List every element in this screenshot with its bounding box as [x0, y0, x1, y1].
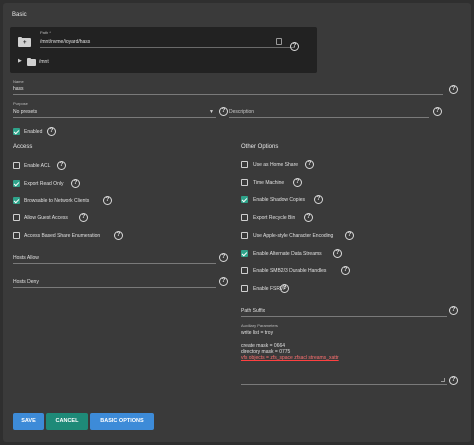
abse-label: Access Based Share Enumeration	[24, 233, 101, 239]
browsable-checkbox[interactable]	[13, 197, 20, 204]
shadow-copies-label: Enable Shadow Copies	[253, 197, 305, 203]
section-title-other: Other Options	[241, 144, 279, 150]
aux-line-1: write list = troy	[241, 330, 274, 336]
guest-access-help-icon[interactable]: ?	[79, 213, 88, 222]
dropdown-arrow-icon[interactable]: ▼	[209, 109, 214, 115]
tree-item-mnt[interactable]: /mnt	[39, 59, 49, 65]
fsrvp-checkbox[interactable]	[241, 285, 248, 292]
path-help-icon[interactable]: ?	[290, 42, 299, 51]
purpose-label: Purpose	[13, 101, 28, 106]
folder-add-icon[interactable]: +	[18, 36, 31, 47]
export-read-only-label: Export Read Only	[24, 181, 64, 187]
path-suffix-help-icon[interactable]: ?	[449, 306, 458, 315]
recycle-bin-checkbox[interactable]	[241, 214, 248, 221]
name-input[interactable]: hass	[13, 86, 24, 92]
name-underline	[13, 94, 443, 95]
aux-line-vfs-objects: vfs objects = zfs_space zfsacl streams_x…	[241, 355, 339, 361]
time-machine-label: Time Machine	[253, 180, 285, 186]
hosts-allow-input[interactable]: Hosts Allow	[13, 255, 39, 261]
name-label: Name	[13, 79, 24, 84]
browsable-label: Browsable to Network Clients	[24, 198, 90, 204]
home-share-checkbox[interactable]	[241, 161, 248, 168]
guest-access-label: Allow Guest Access	[24, 215, 68, 221]
save-button[interactable]: SAVE	[13, 413, 44, 430]
alt-data-streams-label: Enable Alternate Data Streams	[253, 251, 322, 257]
home-share-help-icon[interactable]: ?	[305, 160, 314, 169]
shadow-copies-checkbox[interactable]	[241, 196, 248, 203]
durable-handles-help-icon[interactable]: ?	[341, 266, 350, 275]
purpose-help-icon[interactable]: ?	[219, 107, 228, 116]
path-input[interactable]: /mnt/nvme/ioyard/hass	[40, 39, 90, 45]
time-machine-checkbox[interactable]	[241, 179, 248, 186]
description-input[interactable]: Description	[229, 109, 254, 115]
path-underline	[40, 47, 295, 48]
apple-encoding-label: Use Apple-style Character Encoding	[253, 233, 334, 239]
section-title-basic: Basic	[12, 12, 27, 18]
description-underline	[229, 117, 429, 118]
enabled-label: Enabled	[24, 129, 43, 135]
purpose-underline	[13, 117, 216, 118]
resize-handle-icon[interactable]	[441, 378, 445, 382]
home-share-label: Use as Home Share	[253, 162, 299, 168]
basic-options-button[interactable]: BASIC OPTIONS	[90, 413, 154, 430]
aux-params-label: Auxiliary Parameters	[241, 323, 278, 328]
enabled-checkbox[interactable]	[13, 128, 20, 135]
enable-acl-checkbox[interactable]	[13, 162, 20, 169]
fsrvp-help-icon[interactable]: ?	[280, 284, 289, 293]
path-suffix-underline	[241, 316, 447, 317]
browsable-help-icon[interactable]: ?	[103, 196, 112, 205]
hosts-deny-input[interactable]: Hosts Deny	[13, 279, 39, 285]
description-help-icon[interactable]: ?	[433, 107, 442, 116]
apple-encoding-checkbox[interactable]	[241, 232, 248, 239]
shadow-copies-help-icon[interactable]: ?	[314, 195, 323, 204]
path-suffix-input[interactable]: Path Suffix	[241, 308, 265, 314]
abse-checkbox[interactable]	[13, 232, 20, 239]
enable-acl-label: Enable ACL	[24, 163, 51, 169]
enable-acl-help-icon[interactable]: ?	[57, 161, 66, 170]
expand-caret-icon[interactable]: ▶	[18, 58, 22, 64]
hosts-deny-underline	[13, 287, 216, 288]
clipboard-icon[interactable]	[276, 38, 282, 45]
enabled-help-icon[interactable]: ?	[47, 127, 56, 136]
export-read-only-checkbox[interactable]	[13, 180, 20, 187]
name-help-icon[interactable]: ?	[449, 85, 458, 94]
aux-params-underline[interactable]	[241, 384, 447, 385]
alt-data-streams-help-icon[interactable]: ?	[333, 249, 342, 258]
hosts-deny-help-icon[interactable]: ?	[219, 277, 228, 286]
purpose-select[interactable]: No presets	[13, 109, 37, 115]
path-label: Path *	[40, 30, 51, 35]
recycle-bin-help-icon[interactable]: ?	[304, 213, 313, 222]
cancel-button[interactable]: CANCEL	[46, 413, 88, 430]
recycle-bin-label: Export Recycle Bin	[253, 215, 296, 221]
folder-icon	[27, 58, 36, 66]
hosts-allow-underline	[13, 263, 216, 264]
hosts-allow-help-icon[interactable]: ?	[219, 253, 228, 262]
path-explorer: + Path * /mnt/nvme/ioyard/hass ▶ /mnt	[10, 27, 317, 73]
durable-handles-checkbox[interactable]	[241, 267, 248, 274]
alt-data-streams-checkbox[interactable]	[241, 250, 248, 257]
aux-params-help-icon[interactable]: ?	[449, 376, 458, 385]
abse-help-icon[interactable]: ?	[114, 231, 123, 240]
section-title-access: Access	[13, 144, 33, 150]
apple-encoding-help-icon[interactable]: ?	[345, 231, 354, 240]
time-machine-help-icon[interactable]: ?	[293, 178, 302, 187]
export-read-only-help-icon[interactable]: ?	[71, 179, 80, 188]
guest-access-checkbox[interactable]	[13, 214, 20, 221]
durable-handles-label: Enable SMB2/3 Durable Handles	[253, 268, 327, 274]
